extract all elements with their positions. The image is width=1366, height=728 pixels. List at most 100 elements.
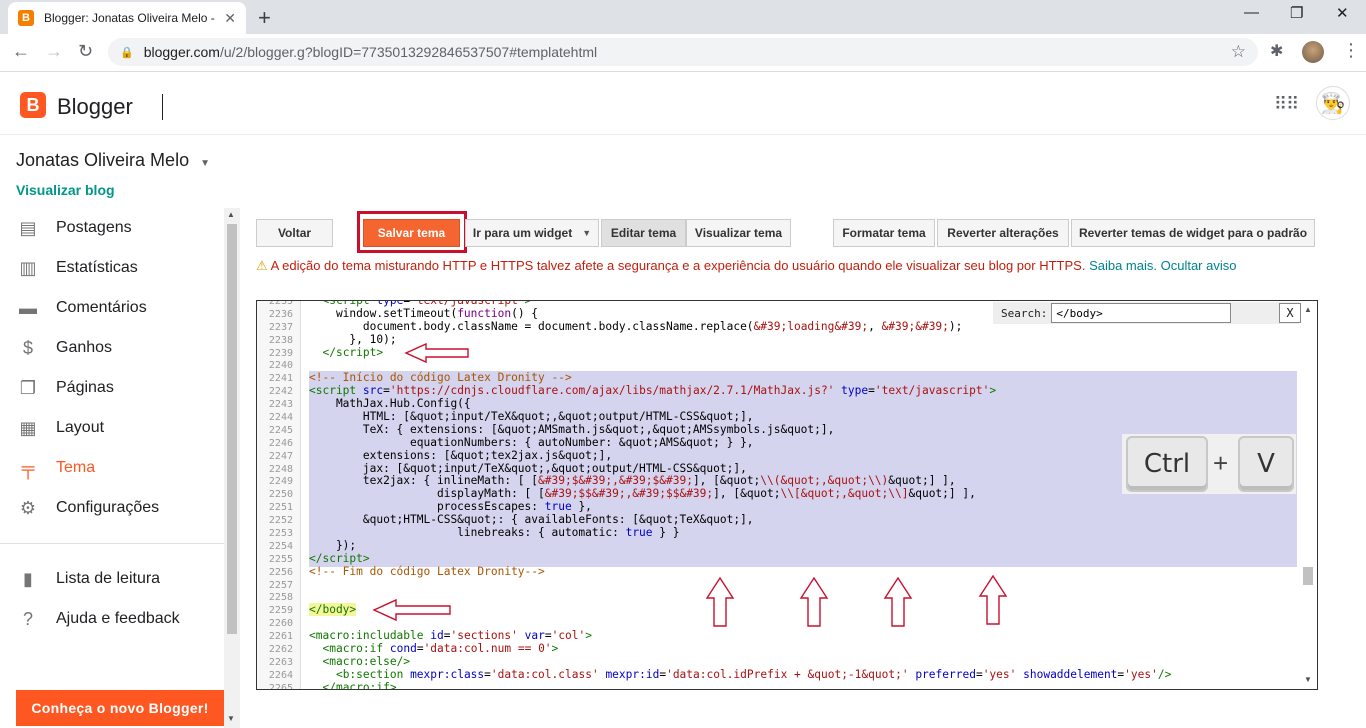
sidebar-item-label: Lista de leitura — [56, 570, 161, 587]
window-close-button[interactable]: ✕ — [1336, 4, 1349, 22]
browser-tab[interactable]: B Blogger: Jonatas Oliveira Melo - ✕ — [8, 2, 246, 34]
back-button[interactable]: Voltar — [256, 219, 333, 247]
preview-theme-button[interactable]: Visualizar tema — [686, 219, 791, 247]
revert-widgets-button[interactable]: Reverter temas de widget para o padrão — [1071, 219, 1315, 247]
code-text: &quot;HTML-CSS&quot;: { availableFonts: … — [309, 513, 754, 527]
scroll-down-icon[interactable]: ▼ — [1304, 675, 1312, 684]
sidebar-item-label: Configurações — [56, 499, 160, 516]
code-text: MathJax.Hub.Config({ — [309, 397, 471, 411]
sidebar-item-settings[interactable]: ⚙ Configurações — [0, 488, 224, 528]
code-text: </script> — [322, 345, 384, 359]
sidebar-scrollbar[interactable]: ▲ ▼ — [224, 208, 240, 728]
sidebar-item-stats[interactable]: ▥ Estatísticas — [0, 248, 224, 288]
code-line[interactable]: 2264 <b:section mexpr:class='data:col.cl… — [257, 667, 1301, 682]
view-blog-link[interactable]: Visualizar blog — [16, 182, 115, 198]
tab-title: Blogger: Jonatas Oliveira Melo - — [44, 11, 215, 25]
learn-more-link[interactable]: Saiba mais. — [1089, 258, 1157, 273]
save-highlight-box — [357, 211, 467, 253]
hide-warning-link[interactable]: Ocultar aviso — [1161, 258, 1237, 273]
sidebar-divider — [0, 543, 224, 544]
scroll-up-icon[interactable]: ▲ — [1304, 305, 1312, 314]
address-bar[interactable]: 🔒 blogger.com/u/2/blogger.g?blogID=77350… — [108, 38, 1258, 66]
sidebar-item-pages[interactable]: ❐ Páginas — [0, 368, 224, 408]
tab-close-icon[interactable]: ✕ — [224, 10, 236, 27]
scroll-down-icon[interactable]: ▼ — [227, 714, 235, 723]
search-close-button[interactable]: X — [1279, 303, 1301, 323]
reload-icon[interactable]: ↻ — [78, 41, 93, 62]
code-text: <!-- Fim do código Latex Dronity--> — [309, 564, 545, 578]
maximize-button[interactable]: ❐ — [1290, 4, 1303, 22]
stats-icon: ▥ — [19, 257, 37, 278]
code-text: }, 10); — [309, 332, 397, 346]
code-text: tex2jax: { inlineMath: [ [&#39;$&#39;,&#… — [309, 474, 956, 488]
browser-profile-avatar[interactable] — [1302, 41, 1324, 63]
forward-arrow-icon[interactable]: → — [45, 41, 63, 62]
up-arrow-annotation — [799, 576, 829, 627]
code-text: extensions: [&quot;tex2jax.js&quot;], — [309, 448, 613, 462]
code-text: <macro:includable id='sections' var='col… — [309, 629, 593, 643]
code-line[interactable]: 2265 </macro:if> — [257, 681, 1301, 689]
back-arrow-icon[interactable]: ← — [12, 41, 30, 62]
new-blogger-button[interactable]: Conheça o novo Blogger! — [16, 690, 224, 726]
up-arrow-annotation — [705, 576, 735, 627]
plus-sign: + — [1213, 448, 1229, 478]
extensions-puzzle-icon[interactable]: ✱ — [1270, 41, 1283, 61]
dropdown-caret-icon: ▼ — [582, 228, 592, 238]
code-text: HTML: [&quot;input/TeX&quot;,&quot;outpu… — [309, 410, 754, 424]
code-line[interactable]: 2256 <!-- Fim do código Latex Dronity--> — [257, 564, 1301, 579]
jump-to-widget-select[interactable]: Ir para um widget ▼ — [465, 219, 599, 247]
up-arrow-annotation — [978, 574, 1008, 625]
code-line[interactable]: 2253 linebreaks: { automatic: true } } — [257, 526, 1301, 540]
code-line[interactable]: 2257 — [257, 579, 1301, 592]
left-arrow-annotation — [404, 342, 469, 364]
account-avatar[interactable]: 👨‍🍳 — [1316, 86, 1350, 120]
code-line[interactable]: 2262 <macro:if cond='data:col.num == 0'> — [257, 642, 1301, 656]
edit-theme-button[interactable]: Editar tema — [601, 219, 686, 247]
blog-selector[interactable]: Jonatas Oliveira Melo ▼ — [16, 150, 210, 171]
revert-changes-button[interactable]: Reverter alterações — [937, 219, 1069, 247]
sidebar-item-earnings[interactable]: $ Ganhos — [0, 328, 224, 368]
new-tab-button[interactable]: + — [258, 5, 271, 31]
comments-icon: ▬ — [19, 297, 37, 318]
up-arrow-annotation — [883, 576, 913, 627]
code-text: displayMath: [ [&#39;$$&#39;,&#39;$$&#39… — [309, 487, 976, 501]
sidebar: ▤ Postagens ▥ Estatísticas ▬ Comentários $ Ganh… — [0, 208, 240, 728]
scroll-up-icon[interactable]: ▲ — [227, 210, 235, 219]
apps-grid-icon[interactable]: ⠿⠿ — [1274, 94, 1299, 115]
code-text: document.body.className = document.body.… — [309, 319, 963, 333]
blogger-header: B Blogger ⠿⠿ 👨‍🍳 — [0, 72, 1366, 135]
brand-name[interactable]: Blogger — [57, 94, 133, 120]
bookmark-star-icon[interactable]: ☆ — [1231, 42, 1246, 62]
minimize-button[interactable]: — — [1244, 4, 1259, 21]
scrollbar-thumb[interactable] — [1303, 567, 1313, 585]
browser-toolbar: ← → ↻ 🔒 blogger.com/u/2/blogger.g?blogID… — [0, 34, 1366, 72]
code-text: <b:section mexpr:class='data:col.class' … — [335, 667, 1172, 681]
sidebar-item-layout[interactable]: ▦ Layout — [0, 408, 224, 448]
warning-icon: ⚠ — [256, 258, 268, 273]
search-input[interactable] — [1051, 303, 1232, 323]
code-text: </body> — [309, 603, 357, 617]
sidebar-item-posts[interactable]: ▤ Postagens — [0, 208, 224, 248]
v-key: V — [1238, 436, 1294, 492]
sidebar-item-comments[interactable]: ▬ Comentários — [0, 288, 224, 328]
blogger-logo-icon[interactable]: B — [20, 92, 46, 118]
sidebar-item-bookmark[interactable]: ▮ Lista de leitura — [0, 559, 224, 599]
sidebar-item-theme[interactable]: ╤ Tema — [0, 448, 224, 488]
editor-scrollbar[interactable]: ▲ ▼ — [1301, 301, 1317, 689]
browser-menu-icon[interactable]: ⋮ — [1342, 40, 1360, 61]
code-text: <macro:else/> — [322, 654, 411, 668]
sidebar-item-label: Páginas — [56, 379, 114, 396]
format-theme-button[interactable]: Formatar tema — [833, 219, 935, 247]
code-text: }); — [309, 538, 357, 552]
sidebar-item-help[interactable]: ? Ajuda e feedback — [0, 599, 224, 639]
search-label: Search: — [1001, 306, 1048, 320]
code-text: jax: [&quot;input/TeX&quot;,&quot;output… — [309, 461, 747, 475]
mixed-content-warning: ⚠ A edição do tema misturando HTTP e HTT… — [256, 258, 1236, 274]
sidebar-item-label: Estatísticas — [56, 259, 138, 276]
help-icon: ? — [22, 608, 33, 629]
ctrl-key: Ctrl — [1126, 436, 1208, 492]
layout-icon: ▦ — [19, 417, 37, 438]
code-line[interactable]: 2254 }); — [257, 538, 1301, 553]
scrollbar-thumb[interactable] — [227, 224, 237, 634]
blogger-favicon-icon: B — [18, 10, 34, 26]
